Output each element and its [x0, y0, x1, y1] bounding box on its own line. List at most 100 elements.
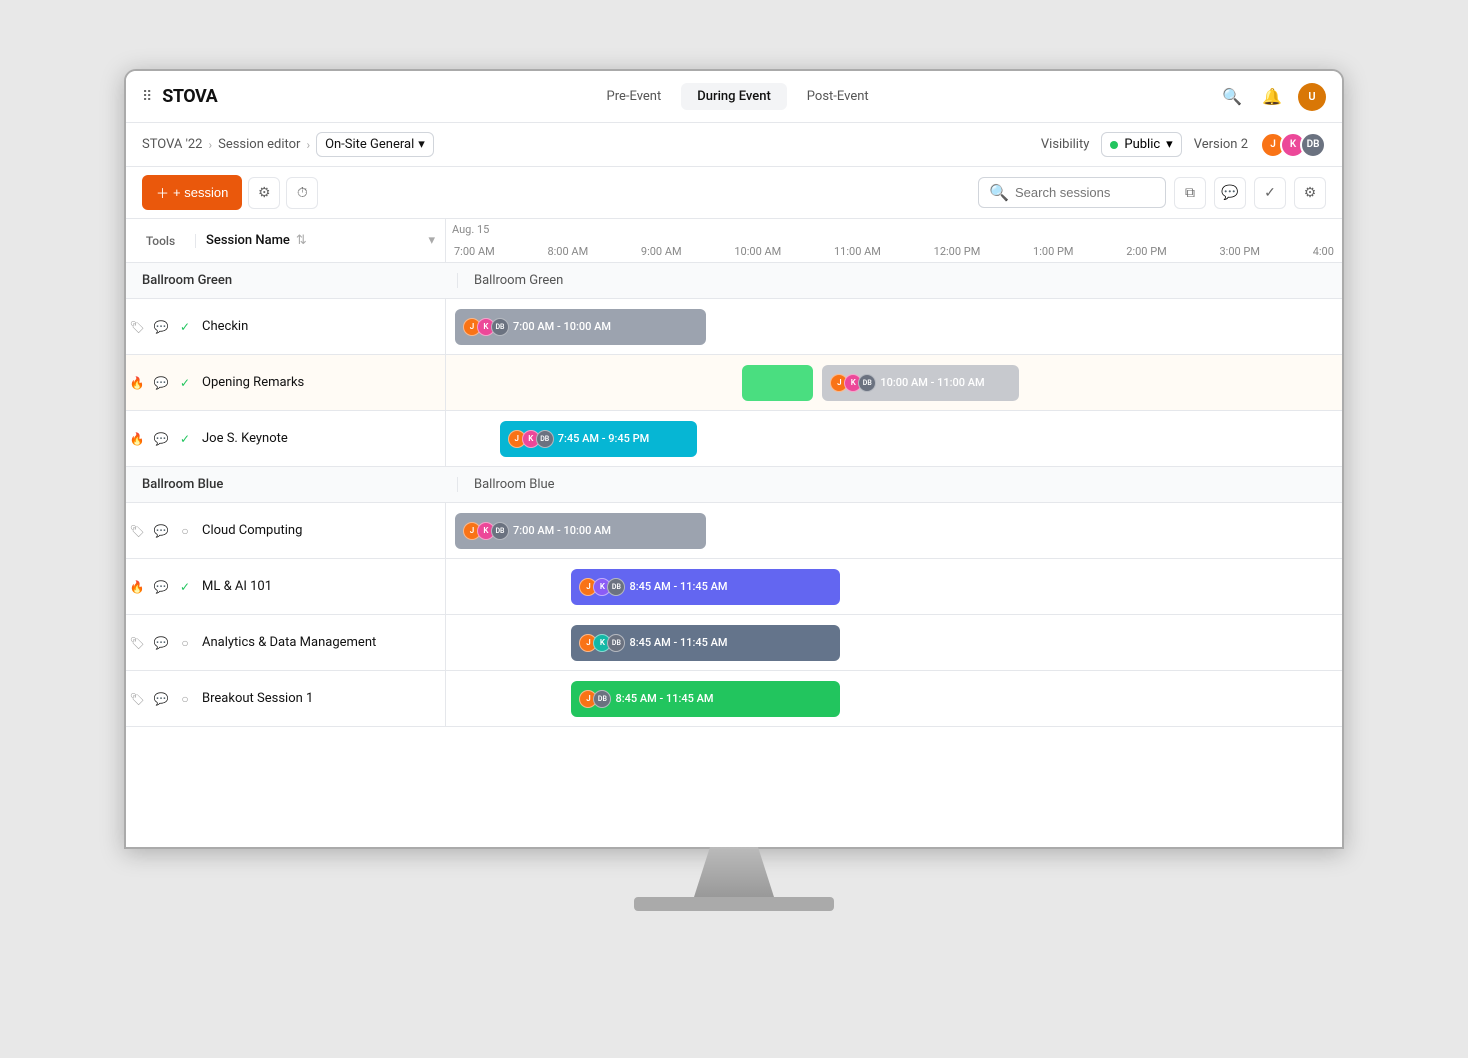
breadcrumb-session-editor[interactable]: Session editor — [218, 137, 300, 152]
block-time-ml: 8:45 AM - 11:45 AM — [629, 580, 727, 593]
tab-pre-event[interactable]: Pre-Event — [591, 83, 678, 110]
timeline-breakout: J DB 8:45 AM - 11:45 AM — [446, 671, 1342, 726]
session-row-left-breakout: 🏷 💬 ○ Breakout Session 1 — [126, 671, 446, 726]
session-grid: Tools Session Name ⇅ ▾ Aug. 15 7 — [126, 219, 1342, 847]
check-button[interactable]: ✓ — [1254, 177, 1286, 209]
time-2pm: 2:00 PM — [1126, 245, 1166, 258]
row-tools-ml: 🔥 💬 ✓ — [126, 577, 196, 597]
tab-post-event[interactable]: Post-Event — [791, 83, 885, 110]
block-avatar-br-db: DB — [593, 690, 611, 708]
check-icon-opening-remarks[interactable]: ✓ — [175, 373, 195, 393]
session-timeline-analytics: J K DB 8:45 AM - 11:45 AM — [446, 615, 1342, 670]
session-block-keynote[interactable]: J K DB 7:45 AM - 9:45 PM — [500, 421, 697, 457]
check-icon-cloud[interactable]: ○ — [175, 521, 195, 541]
session-block-analytics[interactable]: J K DB 8:45 AM - 11:45 AM — [571, 625, 840, 661]
block-time-checkin: 7:00 AM - 10:00 AM — [513, 320, 611, 333]
check-icon-ml[interactable]: ✓ — [175, 577, 195, 597]
session-name-breakout: Breakout Session 1 — [196, 691, 445, 706]
check-icon-keynote[interactable]: ✓ — [175, 429, 195, 449]
session-block-opening-remarks[interactable]: J K DB 10:00 AM - 11:00 AM — [822, 365, 1019, 401]
grid-left-header: Tools Session Name ⇅ ▾ — [126, 219, 446, 262]
visibility-dropdown[interactable]: Public ▾ — [1101, 132, 1181, 157]
block-time-opening-remarks: 10:00 AM - 11:00 AM — [880, 376, 984, 389]
session-block-green-box[interactable] — [742, 365, 814, 401]
time-3pm: 3:00 PM — [1219, 245, 1259, 258]
section-label-ballroom-green: Ballroom Green — [138, 273, 458, 288]
session-block-checkin[interactable]: J K DB 7:00 AM - 10:00 AM — [455, 309, 706, 345]
chat-icon-cloud[interactable]: 💬 — [151, 521, 171, 541]
time-1pm: 1:00 PM — [1033, 245, 1073, 258]
plus-icon: ＋ — [156, 183, 169, 202]
flag-icon-breakout[interactable]: 🏷 — [127, 689, 147, 709]
block-time-keynote: 7:45 AM - 9:45 PM — [558, 432, 650, 445]
timeline-analytics: J K DB 8:45 AM - 11:45 AM — [446, 615, 1342, 670]
session-name-checkin: Checkin — [196, 319, 445, 334]
toolbar-right: 🔍 ⧉ 💬 ✓ ⚙ — [978, 177, 1326, 209]
check-icon-breakout[interactable]: ○ — [175, 689, 195, 709]
comment-button[interactable]: 💬 — [1214, 177, 1246, 209]
block-time-breakout: 8:45 AM - 11:45 AM — [615, 692, 713, 705]
flag-icon-analytics[interactable]: 🏷 — [127, 633, 147, 653]
flag-icon-cloud[interactable]: 🏷 — [127, 521, 147, 541]
check-icon-checkin[interactable]: ✓ — [175, 317, 195, 337]
public-status-dot — [1110, 141, 1118, 149]
chat-icon-checkin[interactable]: 💬 — [151, 317, 171, 337]
section-ballroom-blue: Ballroom Blue Ballroom Blue — [126, 467, 1342, 503]
filter-button[interactable]: ⚙ — [248, 177, 280, 209]
collaborators-avatars: J K DB — [1260, 132, 1326, 158]
section-label-ballroom-green-right: Ballroom Green — [458, 273, 563, 288]
row-tools-keynote: 🔥 💬 ✓ — [126, 429, 196, 449]
session-row-left-ml: 🔥 💬 ✓ ML & AI 101 — [126, 559, 446, 614]
check-icon-analytics[interactable]: ○ — [175, 633, 195, 653]
time-4pm: 4:00 — [1313, 245, 1334, 258]
grid-timeline-header: Aug. 15 7:00 AM 8:00 AM 9:00 AM 10:00 AM… — [446, 219, 1342, 262]
session-row-analytics: 🏷 💬 ○ Analytics & Data Management — [126, 615, 1342, 671]
timeline-cloud: J K DB 7:00 AM - 10:00 AM — [446, 503, 1342, 558]
row-tools-breakout: 🏷 💬 ○ — [126, 689, 196, 709]
session-timeline-breakout: J DB 8:45 AM - 11:45 AM — [446, 671, 1342, 726]
history-button[interactable]: ⏱ — [286, 177, 318, 209]
nav-right: 🔍 🔔 U — [1218, 83, 1326, 111]
user-avatar[interactable]: U — [1298, 83, 1326, 111]
flag-icon-opening-remarks[interactable]: 🔥 — [127, 373, 147, 393]
time-8am: 8:00 AM — [547, 245, 588, 258]
session-timeline-keynote: J K DB 7:45 AM - 9:45 PM — [446, 411, 1342, 466]
location-dropdown[interactable]: On-Site General ▾ — [316, 132, 434, 157]
nav-tabs: Pre-Event During Event Post-Event — [257, 83, 1218, 110]
session-row-left-keynote: 🔥 💬 ✓ Joe S. Keynote — [126, 411, 446, 466]
grid-icon: ⠿ — [142, 89, 152, 105]
session-name-column-header[interactable]: Session Name ⇅ ▾ — [196, 233, 445, 248]
grid-header: Tools Session Name ⇅ ▾ Aug. 15 7 — [126, 219, 1342, 263]
search-sessions-box[interactable]: 🔍 — [978, 177, 1166, 208]
add-session-button[interactable]: ＋ + session — [142, 175, 242, 210]
search-icon: 🔍 — [989, 183, 1009, 202]
session-block-ml[interactable]: J K DB 8:45 AM - 11:45 AM — [571, 569, 840, 605]
avatar-3: DB — [1300, 132, 1326, 158]
breadcrumb-home[interactable]: STOVA '22 — [142, 137, 203, 152]
search-sessions-input[interactable] — [1015, 185, 1155, 200]
session-block-breakout[interactable]: J DB 8:45 AM - 11:45 AM — [571, 681, 840, 717]
chat-icon-analytics[interactable]: 💬 — [151, 633, 171, 653]
flag-icon-ml[interactable]: 🔥 — [127, 577, 147, 597]
chat-icon-keynote[interactable]: 💬 — [151, 429, 171, 449]
flag-icon-checkin[interactable]: 🏷 — [127, 317, 147, 337]
filter-icon[interactable]: ▾ — [428, 233, 435, 248]
chat-icon-ml[interactable]: 💬 — [151, 577, 171, 597]
search-icon-btn[interactable]: 🔍 — [1218, 83, 1246, 111]
session-row-keynote: 🔥 💬 ✓ Joe S. Keynote — [126, 411, 1342, 467]
session-row-left-cloud: 🏷 💬 ○ Cloud Computing — [126, 503, 446, 558]
row-tools-analytics: 🏷 💬 ○ — [126, 633, 196, 653]
chat-icon-opening-remarks[interactable]: 💬 — [151, 373, 171, 393]
block-avatar-or-db: DB — [858, 374, 876, 392]
session-row-ml-ai: 🔥 💬 ✓ ML & AI 101 J — [126, 559, 1342, 615]
copy-button[interactable]: ⧉ — [1174, 177, 1206, 209]
session-block-cloud[interactable]: J K DB 7:00 AM - 10:00 AM — [455, 513, 706, 549]
session-name-ml-ai: ML & AI 101 — [196, 579, 445, 594]
settings-button[interactable]: ⚙ — [1294, 177, 1326, 209]
chat-icon-breakout[interactable]: 💬 — [151, 689, 171, 709]
tab-during-event[interactable]: During Event — [681, 83, 787, 110]
flag-icon-keynote[interactable]: 🔥 — [127, 429, 147, 449]
section-label-ballroom-blue-right: Ballroom Blue — [458, 477, 555, 492]
bell-icon-btn[interactable]: 🔔 — [1258, 83, 1286, 111]
section-ballroom-green: Ballroom Green Ballroom Green — [126, 263, 1342, 299]
